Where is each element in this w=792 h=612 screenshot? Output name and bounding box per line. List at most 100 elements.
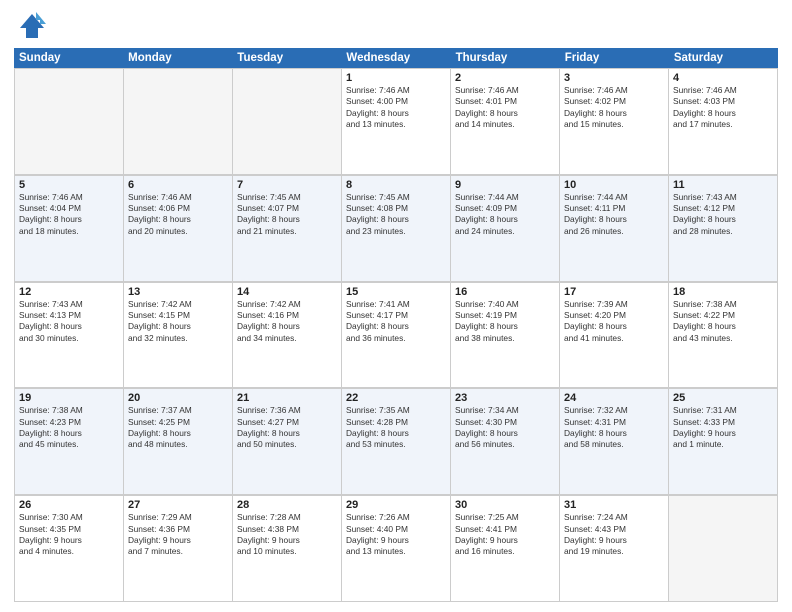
calendar-cell: 2Sunrise: 7:46 AMSunset: 4:01 PMDaylight… bbox=[451, 69, 560, 175]
cell-content: Sunrise: 7:36 AMSunset: 4:27 PMDaylight:… bbox=[237, 405, 337, 450]
cell-content: Sunrise: 7:34 AMSunset: 4:30 PMDaylight:… bbox=[455, 405, 555, 450]
day-number: 21 bbox=[237, 392, 337, 404]
day-number: 15 bbox=[346, 286, 446, 298]
calendar-cell: 28Sunrise: 7:28 AMSunset: 4:38 PMDayligh… bbox=[233, 496, 342, 602]
cell-content: Sunrise: 7:46 AMSunset: 4:04 PMDaylight:… bbox=[19, 192, 119, 237]
calendar: SundayMondayTuesdayWednesdayThursdayFrid… bbox=[14, 48, 778, 602]
cell-content: Sunrise: 7:29 AMSunset: 4:36 PMDaylight:… bbox=[128, 512, 228, 557]
day-number: 30 bbox=[455, 499, 555, 511]
day-number: 22 bbox=[346, 392, 446, 404]
calendar-cell: 10Sunrise: 7:44 AMSunset: 4:11 PMDayligh… bbox=[560, 176, 669, 282]
cell-content: Sunrise: 7:26 AMSunset: 4:40 PMDaylight:… bbox=[346, 512, 446, 557]
weekday-header: Wednesday bbox=[341, 48, 450, 68]
cell-content: Sunrise: 7:37 AMSunset: 4:25 PMDaylight:… bbox=[128, 405, 228, 450]
cell-content: Sunrise: 7:46 AMSunset: 4:02 PMDaylight:… bbox=[564, 85, 664, 130]
calendar-cell: 18Sunrise: 7:38 AMSunset: 4:22 PMDayligh… bbox=[669, 283, 778, 389]
cell-content: Sunrise: 7:38 AMSunset: 4:22 PMDaylight:… bbox=[673, 299, 773, 344]
calendar-cell: 25Sunrise: 7:31 AMSunset: 4:33 PMDayligh… bbox=[669, 389, 778, 495]
cell-content: Sunrise: 7:25 AMSunset: 4:41 PMDaylight:… bbox=[455, 512, 555, 557]
day-number: 8 bbox=[346, 179, 446, 191]
cell-content: Sunrise: 7:44 AMSunset: 4:11 PMDaylight:… bbox=[564, 192, 664, 237]
cell-content: Sunrise: 7:30 AMSunset: 4:35 PMDaylight:… bbox=[19, 512, 119, 557]
cell-content: Sunrise: 7:46 AMSunset: 4:00 PMDaylight:… bbox=[346, 85, 446, 130]
calendar-cell bbox=[15, 69, 124, 175]
cell-content: Sunrise: 7:28 AMSunset: 4:38 PMDaylight:… bbox=[237, 512, 337, 557]
day-number: 18 bbox=[673, 286, 773, 298]
weekday-header: Monday bbox=[123, 48, 232, 68]
day-number: 1 bbox=[346, 72, 446, 84]
calendar-cell: 24Sunrise: 7:32 AMSunset: 4:31 PMDayligh… bbox=[560, 389, 669, 495]
calendar-cell: 23Sunrise: 7:34 AMSunset: 4:30 PMDayligh… bbox=[451, 389, 560, 495]
calendar-cell: 20Sunrise: 7:37 AMSunset: 4:25 PMDayligh… bbox=[124, 389, 233, 495]
day-number: 27 bbox=[128, 499, 228, 511]
calendar-cell: 15Sunrise: 7:41 AMSunset: 4:17 PMDayligh… bbox=[342, 283, 451, 389]
day-number: 28 bbox=[237, 499, 337, 511]
cell-content: Sunrise: 7:38 AMSunset: 4:23 PMDaylight:… bbox=[19, 405, 119, 450]
cell-content: Sunrise: 7:42 AMSunset: 4:15 PMDaylight:… bbox=[128, 299, 228, 344]
calendar-week: 26Sunrise: 7:30 AMSunset: 4:35 PMDayligh… bbox=[14, 495, 778, 602]
cell-content: Sunrise: 7:46 AMSunset: 4:03 PMDaylight:… bbox=[673, 85, 773, 130]
weekday-header: Thursday bbox=[451, 48, 560, 68]
calendar-cell: 22Sunrise: 7:35 AMSunset: 4:28 PMDayligh… bbox=[342, 389, 451, 495]
day-number: 9 bbox=[455, 179, 555, 191]
cell-content: Sunrise: 7:24 AMSunset: 4:43 PMDaylight:… bbox=[564, 512, 664, 557]
day-number: 19 bbox=[19, 392, 119, 404]
calendar-cell bbox=[233, 69, 342, 175]
calendar-cell: 5Sunrise: 7:46 AMSunset: 4:04 PMDaylight… bbox=[15, 176, 124, 282]
day-number: 24 bbox=[564, 392, 664, 404]
calendar-cell: 30Sunrise: 7:25 AMSunset: 4:41 PMDayligh… bbox=[451, 496, 560, 602]
cell-content: Sunrise: 7:46 AMSunset: 4:06 PMDaylight:… bbox=[128, 192, 228, 237]
cell-content: Sunrise: 7:42 AMSunset: 4:16 PMDaylight:… bbox=[237, 299, 337, 344]
day-number: 20 bbox=[128, 392, 228, 404]
day-number: 13 bbox=[128, 286, 228, 298]
calendar-cell: 7Sunrise: 7:45 AMSunset: 4:07 PMDaylight… bbox=[233, 176, 342, 282]
cell-content: Sunrise: 7:45 AMSunset: 4:08 PMDaylight:… bbox=[346, 192, 446, 237]
weekday-header: Sunday bbox=[14, 48, 123, 68]
calendar-cell: 31Sunrise: 7:24 AMSunset: 4:43 PMDayligh… bbox=[560, 496, 669, 602]
day-number: 5 bbox=[19, 179, 119, 191]
cell-content: Sunrise: 7:46 AMSunset: 4:01 PMDaylight:… bbox=[455, 85, 555, 130]
calendar-cell: 11Sunrise: 7:43 AMSunset: 4:12 PMDayligh… bbox=[669, 176, 778, 282]
logo bbox=[14, 10, 50, 42]
day-number: 4 bbox=[673, 72, 773, 84]
weekday-header: Tuesday bbox=[232, 48, 341, 68]
day-number: 6 bbox=[128, 179, 228, 191]
calendar-cell: 8Sunrise: 7:45 AMSunset: 4:08 PMDaylight… bbox=[342, 176, 451, 282]
cell-content: Sunrise: 7:32 AMSunset: 4:31 PMDaylight:… bbox=[564, 405, 664, 450]
weekday-header: Saturday bbox=[669, 48, 778, 68]
cell-content: Sunrise: 7:43 AMSunset: 4:13 PMDaylight:… bbox=[19, 299, 119, 344]
calendar-cell: 1Sunrise: 7:46 AMSunset: 4:00 PMDaylight… bbox=[342, 69, 451, 175]
calendar-cell: 6Sunrise: 7:46 AMSunset: 4:06 PMDaylight… bbox=[124, 176, 233, 282]
calendar-body: 1Sunrise: 7:46 AMSunset: 4:00 PMDaylight… bbox=[14, 68, 778, 602]
cell-content: Sunrise: 7:31 AMSunset: 4:33 PMDaylight:… bbox=[673, 405, 773, 450]
day-number: 26 bbox=[19, 499, 119, 511]
calendar-cell: 3Sunrise: 7:46 AMSunset: 4:02 PMDaylight… bbox=[560, 69, 669, 175]
cell-content: Sunrise: 7:41 AMSunset: 4:17 PMDaylight:… bbox=[346, 299, 446, 344]
calendar-cell: 26Sunrise: 7:30 AMSunset: 4:35 PMDayligh… bbox=[15, 496, 124, 602]
cell-content: Sunrise: 7:35 AMSunset: 4:28 PMDaylight:… bbox=[346, 405, 446, 450]
cell-content: Sunrise: 7:40 AMSunset: 4:19 PMDaylight:… bbox=[455, 299, 555, 344]
day-number: 14 bbox=[237, 286, 337, 298]
day-number: 11 bbox=[673, 179, 773, 191]
calendar-header: SundayMondayTuesdayWednesdayThursdayFrid… bbox=[14, 48, 778, 68]
day-number: 23 bbox=[455, 392, 555, 404]
calendar-week: 19Sunrise: 7:38 AMSunset: 4:23 PMDayligh… bbox=[14, 388, 778, 495]
day-number: 25 bbox=[673, 392, 773, 404]
calendar-cell: 9Sunrise: 7:44 AMSunset: 4:09 PMDaylight… bbox=[451, 176, 560, 282]
day-number: 10 bbox=[564, 179, 664, 191]
day-number: 7 bbox=[237, 179, 337, 191]
day-number: 31 bbox=[564, 499, 664, 511]
logo-icon bbox=[14, 10, 46, 42]
weekday-header: Friday bbox=[560, 48, 669, 68]
cell-content: Sunrise: 7:43 AMSunset: 4:12 PMDaylight:… bbox=[673, 192, 773, 237]
cell-content: Sunrise: 7:39 AMSunset: 4:20 PMDaylight:… bbox=[564, 299, 664, 344]
day-number: 17 bbox=[564, 286, 664, 298]
calendar-cell: 19Sunrise: 7:38 AMSunset: 4:23 PMDayligh… bbox=[15, 389, 124, 495]
cell-content: Sunrise: 7:45 AMSunset: 4:07 PMDaylight:… bbox=[237, 192, 337, 237]
calendar-cell: 13Sunrise: 7:42 AMSunset: 4:15 PMDayligh… bbox=[124, 283, 233, 389]
day-number: 2 bbox=[455, 72, 555, 84]
calendar-cell bbox=[669, 496, 778, 602]
calendar-cell: 14Sunrise: 7:42 AMSunset: 4:16 PMDayligh… bbox=[233, 283, 342, 389]
calendar-cell: 16Sunrise: 7:40 AMSunset: 4:19 PMDayligh… bbox=[451, 283, 560, 389]
calendar-cell: 17Sunrise: 7:39 AMSunset: 4:20 PMDayligh… bbox=[560, 283, 669, 389]
